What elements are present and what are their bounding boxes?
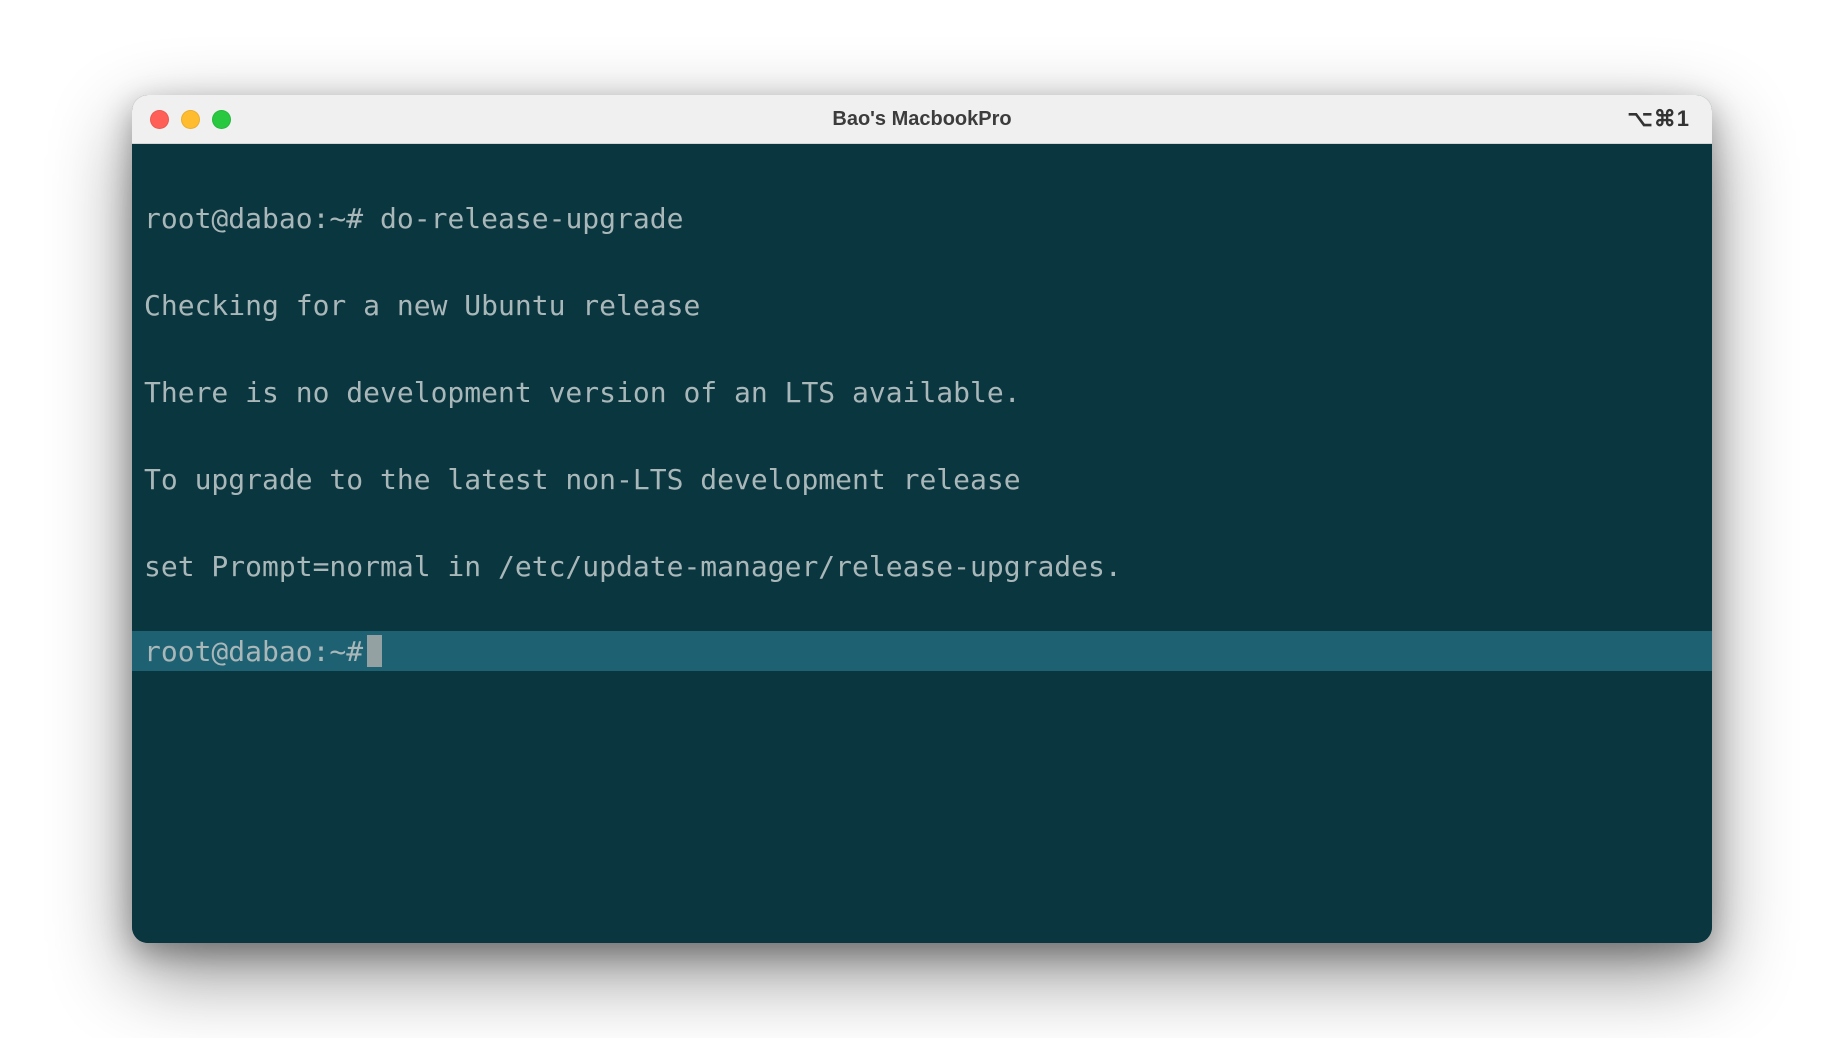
close-icon[interactable] — [150, 110, 169, 129]
window-titlebar[interactable]: Bao's MacbookPro ⌥⌘1 — [132, 95, 1712, 144]
window-shortcut-label: ⌥⌘1 — [1627, 106, 1690, 132]
terminal-active-line[interactable]: root@dabao:~# — [132, 631, 1712, 671]
terminal-output-line: There is no development version of an LT… — [144, 371, 1700, 414]
terminal-line: root@dabao:~# do-release-upgrade — [144, 197, 1700, 240]
terminal-output-line: set Prompt=normal in /etc/update-manager… — [144, 545, 1700, 588]
traffic-lights — [150, 110, 231, 129]
shell-prompt: root@dabao:~# — [144, 630, 363, 673]
minimize-icon[interactable] — [181, 110, 200, 129]
shell-command: do-release-upgrade — [380, 202, 683, 235]
shell-prompt: root@dabao:~# — [144, 202, 363, 235]
terminal-window: Bao's MacbookPro ⌥⌘1 root@dabao:~# do-re… — [132, 95, 1712, 943]
zoom-icon[interactable] — [212, 110, 231, 129]
window-title: Bao's MacbookPro — [132, 108, 1712, 131]
terminal-area[interactable]: root@dabao:~# do-release-upgrade Checkin… — [132, 144, 1712, 943]
terminal-output-line: To upgrade to the latest non-LTS develop… — [144, 458, 1700, 501]
terminal-output-line: Checking for a new Ubuntu release — [144, 284, 1700, 327]
cursor-icon — [367, 635, 382, 667]
